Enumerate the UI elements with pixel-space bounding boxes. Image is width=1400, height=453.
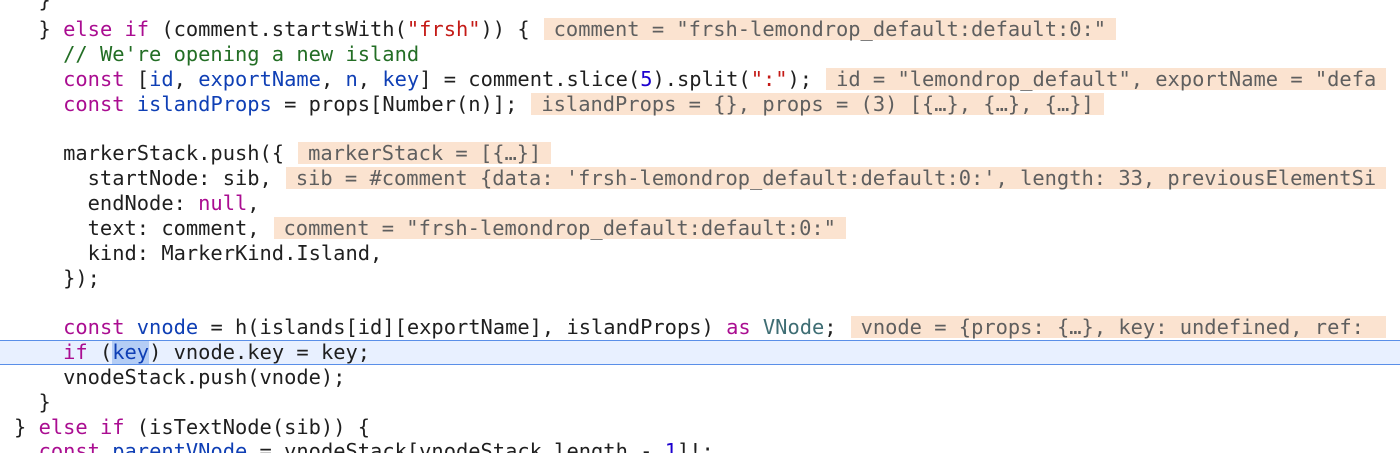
code-token: markerStack.push({ — [14, 141, 285, 165]
code-token: ; — [824, 315, 837, 339]
code-token: } — [14, 390, 51, 414]
code-line-current[interactable]: if (key) vnode.key = key; — [0, 340, 1400, 365]
code-token: ) vnode.key = key; — [149, 340, 371, 364]
code-line[interactable]: const parentVNode = vnodeStack[vnodeStac… — [0, 439, 1400, 453]
code-token: (comment.startsWith( — [149, 17, 407, 41]
code-token: } — [14, 17, 64, 41]
code-line[interactable]: text: comment, comment = "frsh-lemondrop_… — [0, 216, 1400, 241]
inline-debug-value: markerStack = [{…}] — [298, 142, 552, 164]
code-token: else if — [38, 415, 125, 439]
code-token: const — [63, 67, 125, 91]
code-token: } — [14, 415, 39, 439]
code-token: islandProps — [136, 92, 272, 116]
code-line[interactable]: vnodeStack.push(vnode); — [0, 365, 1400, 390]
code-token: } — [14, 0, 51, 12]
code-token: n — [345, 67, 358, 91]
code-token: = h(islands[id][exportName], islandProps… — [198, 315, 727, 339]
code-token: 5 — [640, 67, 653, 91]
code-line[interactable]: // We're opening a new island — [0, 42, 1400, 67]
code-line[interactable]: } — [0, 0, 1400, 13]
code-token: // We're opening a new island — [63, 42, 420, 66]
code-token: ":" — [750, 67, 788, 91]
inline-debug-value: comment = "frsh-lemondrop_default:defaul… — [543, 18, 1117, 40]
code-token: ); — [787, 67, 813, 91]
code-token: }); — [14, 266, 100, 290]
code-token: as — [726, 315, 751, 339]
code-line[interactable]: endNode: null, — [0, 191, 1400, 216]
code-line[interactable]: startNode: sib, sib = #comment {data: 'fr… — [0, 166, 1400, 191]
code-token: (isTextNode(sib)) { — [124, 415, 371, 439]
code-token: , — [320, 67, 346, 91]
code-token: vnodeStack.push(vnode); — [14, 365, 346, 389]
inline-debug-value: sib = #comment {data: 'frsh-lemondrop_de… — [285, 167, 1387, 189]
code-token: ).split( — [652, 67, 751, 91]
inline-debug-value: islandProps = {}, props = (3) [{…}, {…},… — [531, 93, 1104, 115]
code-line[interactable]: const [id, exportName, n, key] = comment… — [0, 67, 1400, 92]
code-token: vnode — [136, 315, 199, 339]
code-token: 1 — [664, 439, 677, 453]
code-token: ]!; — [676, 439, 714, 453]
code-token: else if — [63, 17, 150, 41]
selected-token: key — [112, 340, 150, 364]
code-token: endNode: — [14, 191, 199, 215]
code-token: const — [63, 92, 125, 116]
code-token: const — [63, 315, 125, 339]
code-token: [ — [124, 67, 150, 91]
code-token: exportName — [198, 67, 321, 91]
code-token: const — [38, 439, 100, 453]
code-token: startNode: sib, — [14, 166, 272, 190]
code-line[interactable]: } else if (isTextNode(sib)) { — [0, 415, 1400, 440]
code-token: VNode — [762, 315, 825, 339]
code-token: key — [382, 67, 420, 91]
code-token: text: comment, — [14, 216, 260, 240]
code-token: = vnodeStack[vnodeStack.length - — [247, 439, 665, 453]
code-token: ] = comment.slice( — [419, 67, 641, 91]
code-token: = props[Number(n)]; — [271, 92, 518, 116]
code-token: , — [173, 67, 199, 91]
code-token: , — [357, 67, 383, 91]
code-line[interactable]: markerStack.push({ markerStack = [{…}] — [0, 141, 1400, 166]
code-editor[interactable]: } } else if (comment.startsWith("frsh"))… — [0, 0, 1400, 453]
code-token: id — [149, 67, 174, 91]
code-line[interactable]: }); — [0, 266, 1400, 291]
code-token: if — [63, 340, 88, 364]
code-line[interactable]: const vnode = h(islands[id][exportName],… — [0, 315, 1400, 340]
code-token: )) { — [480, 17, 530, 41]
inline-debug-value: id = "lemondrop_default", exportName = "… — [826, 68, 1387, 90]
code-token: , — [247, 191, 260, 215]
code-token: kind: MarkerKind.Island, — [14, 241, 383, 265]
code-line[interactable]: } — [0, 390, 1400, 415]
code-line[interactable]: const islandProps = props[Number(n)]; isl… — [0, 92, 1400, 117]
code-line[interactable]: } else if (comment.startsWith("frsh")) {… — [0, 17, 1400, 42]
code-line[interactable]: kind: MarkerKind.Island, — [0, 241, 1400, 266]
code-token: parentVNode — [112, 439, 248, 453]
code-token: ( — [87, 340, 113, 364]
inline-debug-value: comment = "frsh-lemondrop_default:defaul… — [273, 217, 846, 239]
inline-debug-value: vnode = {props: {…}, key: undefined, ref… — [850, 316, 1387, 338]
code-token: "frsh" — [406, 17, 481, 41]
code-token: null — [198, 191, 248, 215]
